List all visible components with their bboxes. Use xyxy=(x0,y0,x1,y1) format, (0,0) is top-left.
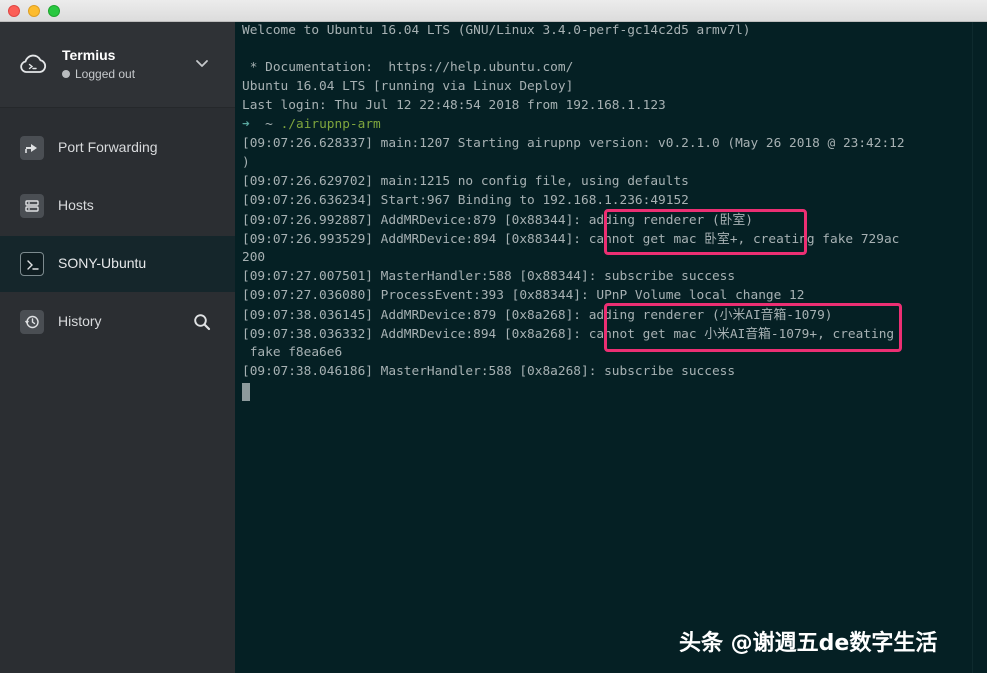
account-status: Logged out xyxy=(62,67,135,81)
terminal-line: [09:07:26.628337] main:1207 Starting air… xyxy=(242,136,905,151)
terminal-cursor xyxy=(242,383,250,401)
terminal-icon xyxy=(20,252,44,276)
terminal-line: [09:07:26.636234] Start:967 Binding to 1… xyxy=(242,193,689,208)
app-window: Termius Logged out Port Forwarding Hosts… xyxy=(0,0,987,673)
terminal-line: 200 xyxy=(242,250,266,265)
title-bar xyxy=(0,0,987,22)
account-name: Termius xyxy=(62,47,116,63)
terminal-line: [09:07:26.629702] main:1215 no config fi… xyxy=(242,174,689,189)
terminal-line: Last login: Thu Jul 12 22:48:54 2018 fro… xyxy=(242,98,666,113)
terminal-line: * Documentation: https://help.ubuntu.com… xyxy=(242,60,574,75)
terminal-scrollbar[interactable] xyxy=(972,22,987,673)
highlight-box xyxy=(604,303,902,352)
terminal-line: ) xyxy=(242,155,250,170)
watermark: 头条 @谢週五de数字生活 xyxy=(679,631,938,656)
prompt-arrow-icon: ➜ xyxy=(242,117,250,132)
terminal-line: fake f8ea6e6 xyxy=(242,345,343,360)
terminal-view[interactable]: Welcome to Ubuntu 16.04 LTS (GNU/Linux 3… xyxy=(235,22,972,673)
terminal-line: Welcome to Ubuntu 16.04 LTS (GNU/Linux 3… xyxy=(242,23,751,38)
terminal-line: Ubuntu 16.04 LTS [running via Linux Depl… xyxy=(242,79,574,94)
terminal-line: [09:07:38.046186] MasterHandler:588 [0x8… xyxy=(242,364,736,379)
sidebar-item-label: Port Forwarding xyxy=(58,139,158,155)
sidebar-item-sony-ubuntu[interactable]: SONY-Ubuntu xyxy=(0,236,235,292)
highlight-box xyxy=(604,209,807,255)
prompt-command: ./airupnp-arm xyxy=(280,117,381,132)
sidebar-item-history[interactable]: History xyxy=(0,294,235,350)
minimize-window-button[interactable] xyxy=(28,5,40,17)
close-window-button[interactable] xyxy=(8,5,20,17)
port-forwarding-icon xyxy=(20,136,44,160)
history-icon xyxy=(20,310,44,334)
terminal-line: [09:07:27.007501] MasterHandler:588 [0x8… xyxy=(242,269,736,284)
chevron-down-icon[interactable] xyxy=(194,58,210,70)
status-dot-icon xyxy=(62,70,70,78)
sidebar-item-port-forwarding[interactable]: Port Forwarding xyxy=(0,120,235,176)
account-panel[interactable]: Termius Logged out xyxy=(0,22,235,108)
sidebar-item-label: SONY-Ubuntu xyxy=(58,255,147,271)
sidebar-item-label: History xyxy=(58,313,102,329)
search-icon[interactable] xyxy=(193,313,211,331)
hosts-icon xyxy=(20,194,44,218)
cloud-terminal-icon xyxy=(20,54,47,73)
sidebar-item-label: Hosts xyxy=(58,197,94,213)
terminal-prompt: ➜ ~ ./airupnp-arm xyxy=(242,116,381,134)
sidebar-item-hosts[interactable]: Hosts xyxy=(0,178,235,234)
sidebar: Termius Logged out Port Forwarding Hosts… xyxy=(0,22,235,673)
prompt-directory: ~ xyxy=(265,117,273,132)
account-status-label: Logged out xyxy=(75,67,136,81)
maximize-window-button[interactable] xyxy=(48,5,60,17)
